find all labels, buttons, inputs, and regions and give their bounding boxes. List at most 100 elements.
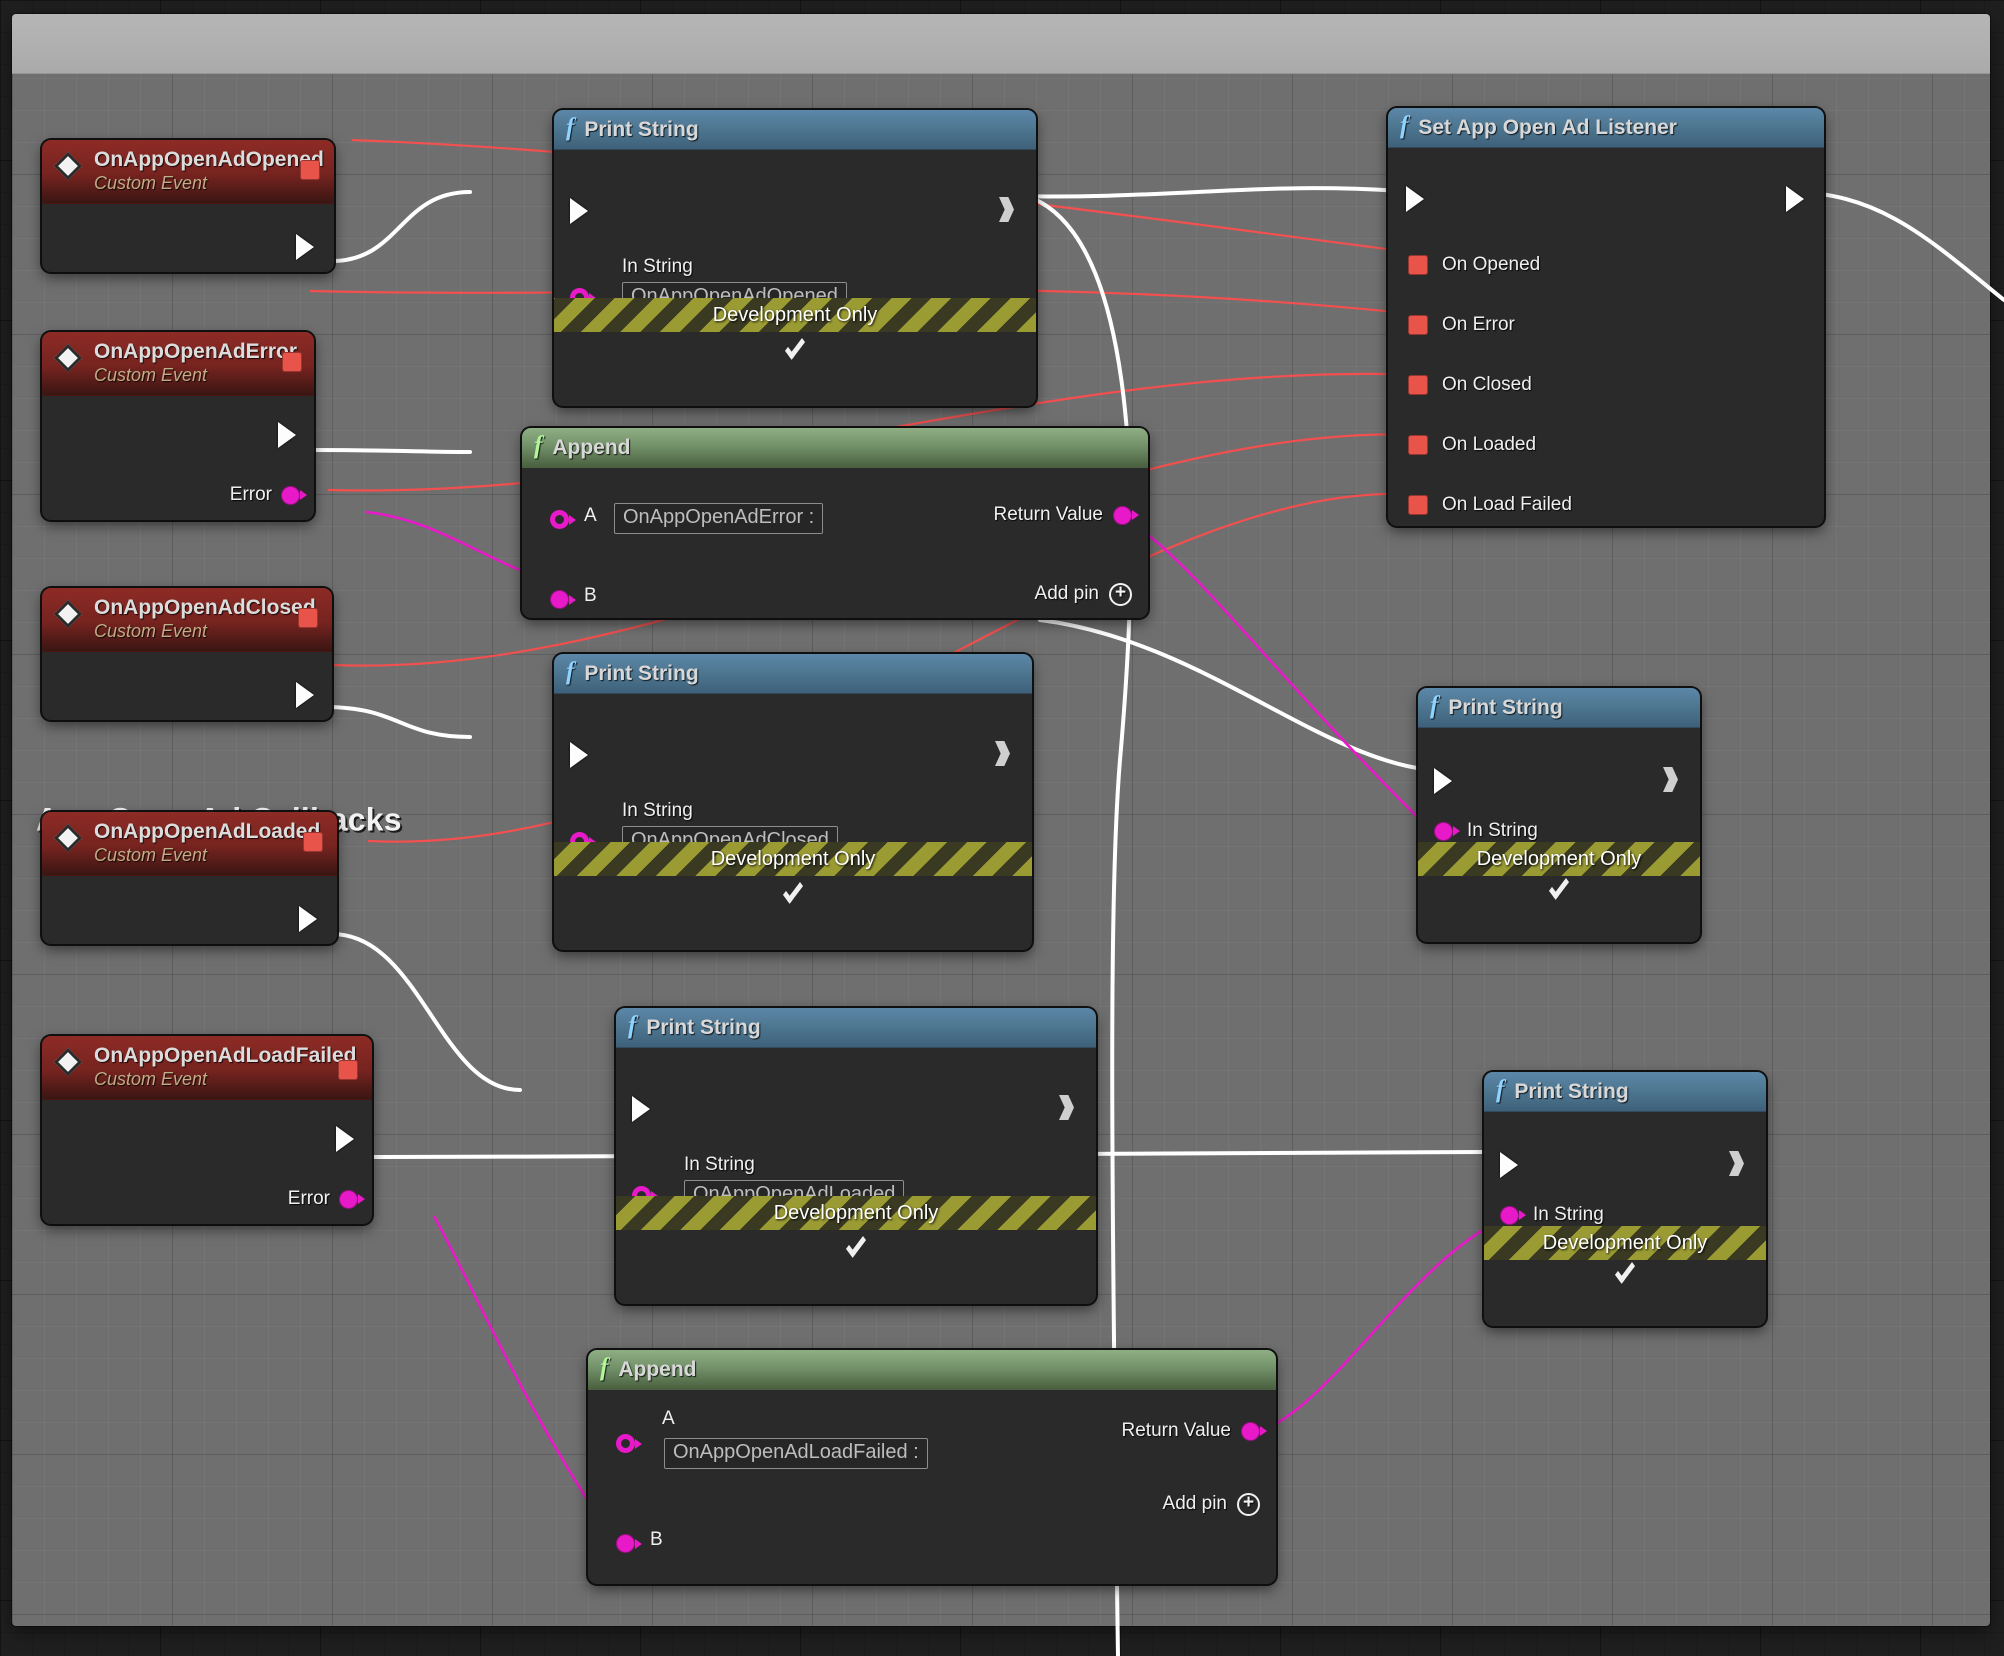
append-add-pin-row[interactable]: Add pin [1035, 582, 1132, 606]
append-node-loadfailed[interactable]: f Append A OnAppOpenAdLoadFailed : B Ret… [588, 1350, 1276, 1584]
exec-output-pin[interactable] [296, 234, 314, 260]
blueprint-graph-canvas[interactable]: App Open Ad Callbacks [0, 0, 2004, 1656]
append-return-output-pin[interactable] [1113, 505, 1132, 525]
delegate-input-pin[interactable] [1408, 495, 1428, 515]
delegate-output-pin[interactable] [282, 352, 302, 372]
exec-input-pin[interactable] [1434, 768, 1452, 794]
exec-output-pin[interactable] [336, 1126, 354, 1152]
fx-icon: f [1430, 692, 1439, 719]
set-app-open-ad-listener-node[interactable]: f Set App Open Ad Listener On Opened On … [1388, 108, 1824, 526]
append-a-label: A [662, 1408, 675, 1429]
node-body: In String Development Only [1418, 728, 1700, 902]
delegate-input-pin[interactable] [1408, 255, 1428, 275]
append-return-output-pin[interactable] [1241, 1421, 1260, 1441]
fx-icon: f [534, 432, 543, 459]
chevron-down-icon [1614, 1257, 1636, 1284]
append-a-value-field[interactable]: OnAppOpenAdError : [614, 503, 824, 534]
append-add-pin-row[interactable]: Add pin [1163, 1492, 1260, 1516]
append-a-input-pin[interactable] [550, 510, 569, 529]
event-name: OnAppOpenAdLoaded [94, 819, 321, 843]
event-node-onappopenaderror[interactable]: OnAppOpenAdError Custom Event Error [42, 332, 314, 520]
listener-pin-label: On Error [1442, 314, 1515, 335]
node-body: A OnAppOpenAdLoadFailed : B Return Value… [588, 1390, 1276, 1584]
append-return-row: Return Value [994, 504, 1132, 526]
delegate-input-pin[interactable] [1408, 435, 1428, 455]
exec-output-pin[interactable] [296, 682, 314, 708]
comment-box-header[interactable] [12, 14, 1990, 74]
delegate-output-pin[interactable] [298, 608, 318, 628]
listener-pin-on-loaded[interactable]: On Loaded [1408, 434, 1536, 456]
exec-output-pin[interactable] [278, 422, 296, 448]
node-title-text: Print String [1448, 695, 1563, 719]
add-pin-plus-icon[interactable] [1109, 583, 1132, 606]
in-string-label: In String [1533, 1204, 1604, 1225]
development-only-label: Development Only [712, 303, 878, 326]
node-body: In String OnAppOpenAdOpened Development … [554, 150, 1036, 366]
print-string-node-closed[interactable]: f Print String In String OnAppOpenAdClos… [554, 654, 1032, 950]
event-node-onappopenadloaded[interactable]: OnAppOpenAdLoaded Custom Event [42, 812, 337, 944]
node-header: f Print String [616, 1008, 1096, 1048]
node-title-text: Print String [1514, 1079, 1629, 1103]
listener-pin-on-error[interactable]: On Error [1408, 314, 1515, 336]
event-subtitle: Custom Event [94, 172, 208, 193]
event-node-body [42, 876, 337, 944]
error-pin-label: Error [287, 1188, 330, 1209]
listener-pin-on-load-failed[interactable]: On Load Failed [1408, 494, 1572, 516]
print-string-node-error-output[interactable]: f Print String In String Development Onl… [1418, 688, 1700, 942]
exec-output-pin[interactable] [1786, 186, 1804, 212]
event-diamond-icon [53, 343, 83, 373]
exec-output-pin[interactable] [999, 197, 1014, 222]
event-node-onappopenadloadfailed[interactable]: OnAppOpenAdLoadFailed Custom Event Error [42, 1036, 372, 1224]
node-title-text: Set App Open Ad Listener [1418, 115, 1677, 139]
delegate-output-pin[interactable] [338, 1060, 358, 1080]
delegate-output-pin[interactable] [300, 160, 320, 180]
node-header: f Set App Open Ad Listener [1388, 108, 1824, 148]
expand-node-button[interactable] [554, 333, 1036, 362]
exec-input-pin[interactable] [1500, 1152, 1518, 1178]
expand-node-button[interactable] [1484, 1257, 1766, 1286]
error-output-pin[interactable] [281, 485, 300, 505]
exec-output-pin[interactable] [1059, 1095, 1074, 1120]
expand-node-button[interactable] [1418, 873, 1700, 902]
exec-output-pin[interactable] [299, 906, 317, 932]
in-string-input-pin[interactable] [1500, 1205, 1519, 1225]
delegate-input-pin[interactable] [1408, 375, 1428, 395]
delegate-output-pin[interactable] [303, 832, 323, 852]
print-string-node-opened[interactable]: f Print String In String OnAppOpenAdOpen… [554, 110, 1036, 406]
delegate-input-pin[interactable] [1408, 315, 1428, 335]
exec-output-pin[interactable] [1663, 767, 1678, 792]
node-header: f Print String [1484, 1072, 1766, 1112]
event-subtitle: Custom Event [94, 1068, 208, 1089]
print-string-node-loaded[interactable]: f Print String In String OnAppOpenAdLoad… [616, 1008, 1096, 1304]
append-return-row: Return Value [1122, 1420, 1260, 1442]
append-node-error[interactable]: f Append A OnAppOpenAdError : B Return V… [522, 428, 1148, 618]
append-b-label: B [584, 585, 597, 606]
chevron-down-icon [784, 333, 806, 360]
expand-node-button[interactable] [554, 877, 1032, 906]
error-output-row: Error [230, 484, 300, 506]
in-string-input-pin[interactable] [1434, 821, 1453, 841]
append-b-input-pin[interactable] [616, 1534, 635, 1553]
append-a-input-pin[interactable] [616, 1434, 635, 1453]
exec-input-pin[interactable] [570, 742, 588, 768]
event-diamond-icon [53, 1047, 83, 1077]
error-output-pin[interactable] [339, 1189, 358, 1209]
exec-input-pin[interactable] [1406, 186, 1424, 212]
error-pin-label: Error [229, 484, 272, 505]
node-title-text: Append [552, 435, 631, 459]
exec-output-pin[interactable] [1729, 1151, 1744, 1176]
event-node-onappopenadopened[interactable]: OnAppOpenAdOpened Custom Event [42, 140, 334, 272]
exec-input-pin[interactable] [632, 1096, 650, 1122]
add-pin-plus-icon[interactable] [1237, 1493, 1260, 1516]
exec-output-pin[interactable] [995, 741, 1010, 766]
listener-pin-on-opened[interactable]: On Opened [1408, 254, 1540, 276]
print-string-node-loadfailed-output[interactable]: f Print String In String Development Onl… [1484, 1072, 1766, 1326]
development-only-banner: Development Only [1484, 1226, 1766, 1260]
event-node-onappopenadclosed[interactable]: OnAppOpenAdClosed Custom Event [42, 588, 332, 720]
append-b-input-pin[interactable] [550, 590, 569, 609]
expand-node-button[interactable] [616, 1231, 1096, 1260]
node-header: f Print String [554, 654, 1032, 694]
listener-pin-on-closed[interactable]: On Closed [1408, 374, 1532, 396]
exec-input-pin[interactable] [570, 198, 588, 224]
append-a-value-field[interactable]: OnAppOpenAdLoadFailed : [664, 1438, 928, 1469]
